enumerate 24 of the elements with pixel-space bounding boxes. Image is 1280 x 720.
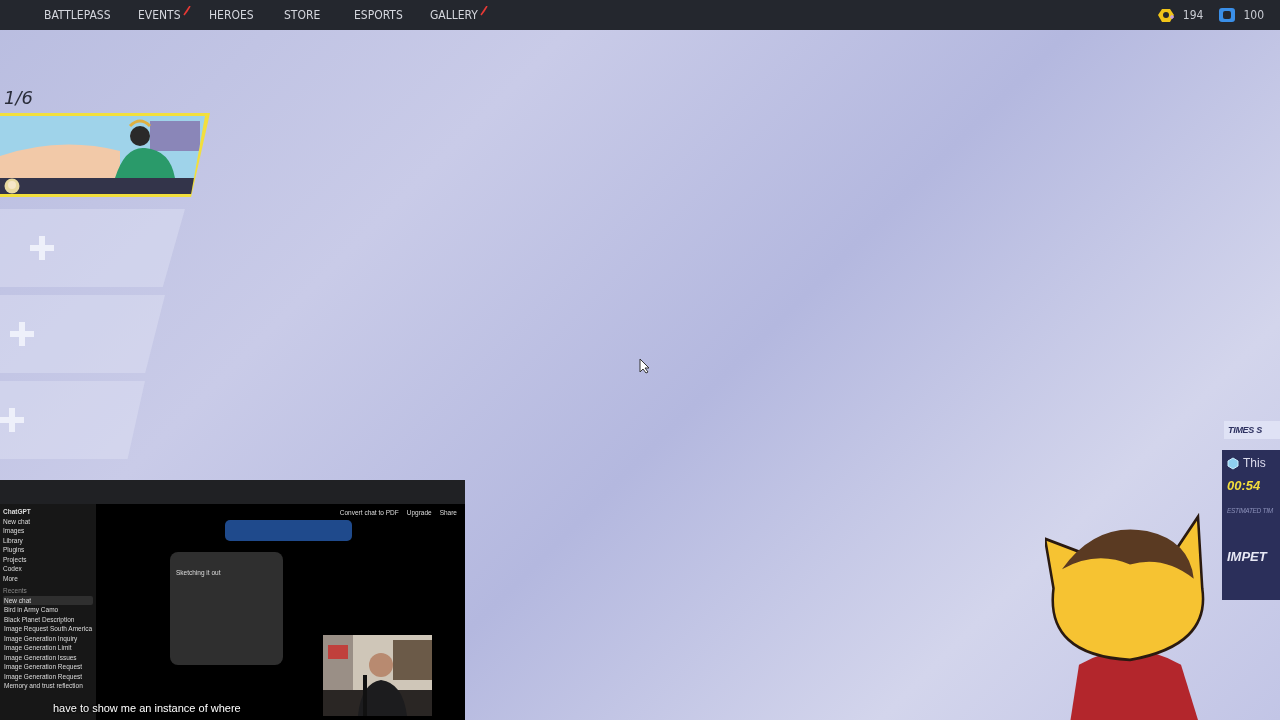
game-mode-title: IMPET [1227,548,1267,564]
nav-tab[interactable]: HEROES [209,6,254,24]
plus-icon [10,322,34,346]
hero-slot[interactable] [0,113,210,197]
nav-tab[interactable]: ESPORTS [354,6,403,24]
avatar-icon [4,178,20,194]
empty-slot[interactable] [0,295,165,373]
queue-timer: 00:54 [1227,477,1262,495]
nav-tab[interactable]: STORE [284,6,321,24]
times-tab[interactable]: TIMES S [1224,421,1280,439]
empty-slot[interactable] [0,209,185,287]
plus-icon [30,236,54,260]
queue-title: This [1243,455,1266,472]
team-count: 1/6 [3,86,34,110]
nav-tab[interactable]: BATTLEPASS [44,6,111,24]
currency-amount: 194 [1182,7,1204,24]
empty-slot[interactable] [0,381,145,459]
nav-tab[interactable]: EVENTS [138,6,191,24]
cube-icon [1227,456,1239,470]
caption-text: have to show me an instance of where [53,701,241,716]
plus-icon [0,408,24,432]
currency-amount: 100 [1243,7,1264,24]
nav-tab[interactable]: GALLERY [430,6,488,24]
cursor-icon [639,358,651,374]
